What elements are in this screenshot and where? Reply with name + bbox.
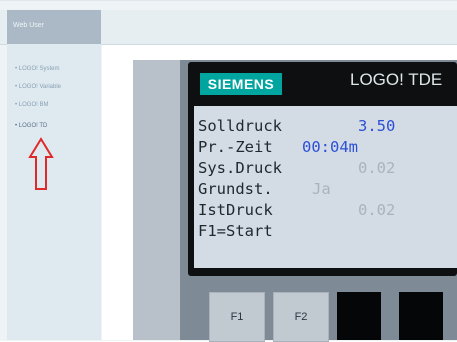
f3-key-button[interactable] [337,292,381,340]
lcd-value: 0.02 [358,159,396,177]
lcd-row-pr-zeit: Pr.-Zeit 00:04m [198,137,358,158]
f2-key-label: F2 [294,311,308,323]
lcd-label: Sys.Druck [198,159,282,177]
device-model-label: LOGO! TDE [350,70,443,89]
lcd-value: Ja [312,180,331,198]
sidebar-item-logo-td[interactable]: • LOGO! TD [15,123,47,129]
sidebar-item-logo-variable[interactable]: • LOGO! Variable [15,84,61,90]
lcd-label: Solldruck [198,117,282,135]
lcd-value: 0.02 [358,201,396,219]
sidebar: Web User • LOGO! System • LOGO! Variable… [7,10,101,340]
f4-key-button[interactable] [399,292,443,340]
lcd-label: Grundst. [198,180,273,198]
lcd-row-grundst: Grundst. Ja [198,179,331,200]
f1-key-label: F1 [230,311,244,323]
up-arrow-outline-icon [28,137,54,190]
lcd-label: Pr.-Zeit [198,138,273,156]
lcd-screen: Solldruck 3.50 Pr.-Zeit 00:04m Sys.Druck… [194,106,457,268]
sidebar-item-logo-bm[interactable]: • LOGO! BM [15,102,48,108]
lcd-label: IstDruck [198,201,273,219]
lcd-row-sys-druck: Sys.Druck 0.02 [198,158,395,179]
sidebar-title: Web User [13,22,44,29]
lcd-row-solldruck: Solldruck 3.50 [198,116,395,137]
lcd-label: F1=Start [198,222,273,240]
f2-key-button[interactable]: F2 [273,292,329,342]
sidebar-header: Web User [7,10,101,44]
lcd-value: 00:04m [302,138,358,156]
lcd-row-istdruck: IstDruck 0.02 [198,200,395,221]
lcd-value: 3.50 [358,117,396,135]
siemens-logo: SIEMENS [200,73,282,95]
lcd-row-f1-start: F1=Start [198,221,273,242]
f1-key-button[interactable]: F1 [209,292,265,342]
sidebar-item-logo-system[interactable]: • LOGO! System [15,66,59,72]
